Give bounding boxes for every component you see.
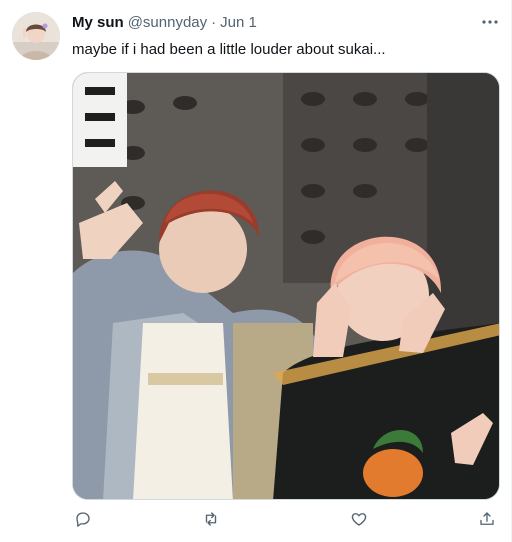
tweet-photo[interactable]	[72, 72, 500, 500]
reply-icon[interactable]	[72, 508, 94, 530]
avatar[interactable]	[12, 12, 60, 60]
share-icon[interactable]	[476, 508, 498, 530]
tweet-card: My sun @sunnyday · Jun 1 maybe if i had …	[0, 0, 512, 542]
tweet-header: My sun @sunnyday · Jun 1	[72, 14, 257, 34]
tweet-date[interactable]: Jun 1	[220, 14, 257, 31]
separator-dot: ·	[211, 14, 217, 31]
more-dots-icon[interactable]	[476, 10, 504, 34]
user-handle[interactable]: @sunnyday	[128, 14, 207, 31]
tweet-text: maybe if i had been a little louder abou…	[72, 41, 386, 58]
photo-image	[73, 73, 499, 499]
retweet-icon[interactable]	[200, 508, 222, 530]
heart-icon[interactable]	[348, 508, 370, 530]
display-name[interactable]: My sun	[72, 14, 124, 31]
action-bar	[72, 508, 500, 534]
avatar-image	[12, 12, 60, 60]
